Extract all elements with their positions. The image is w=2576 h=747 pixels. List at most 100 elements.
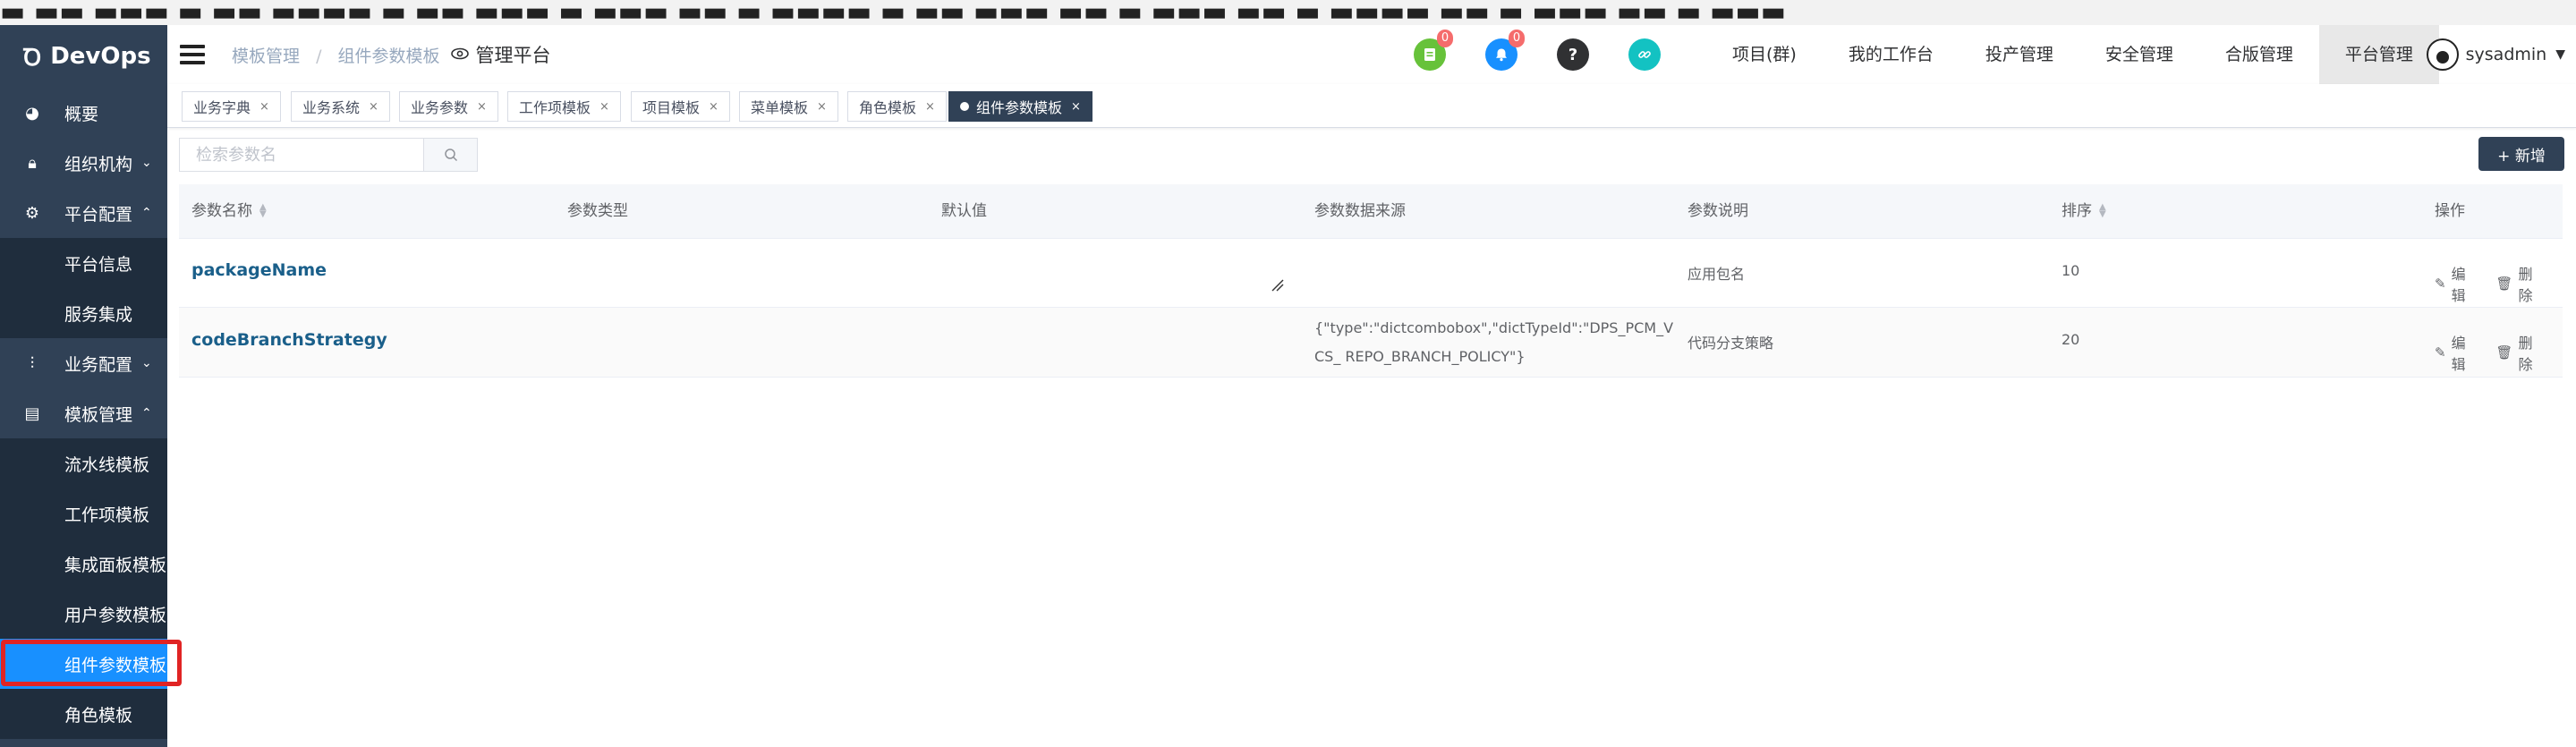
header-icons: 0 0 ?	[1414, 25, 1700, 84]
close-icon[interactable]: ×	[709, 100, 718, 114]
close-icon[interactable]: ×	[599, 100, 609, 114]
hamburger-icon[interactable]	[180, 40, 205, 69]
template-icon: ▤	[24, 403, 40, 423]
document-icon[interactable]: 0	[1414, 30, 1453, 71]
close-icon[interactable]: ×	[925, 100, 935, 114]
help-icon[interactable]: ?	[1557, 38, 1589, 71]
sidebar-item-label: 集成面板模板	[64, 555, 167, 575]
tag-label: 菜单模板	[751, 99, 809, 116]
edit-icon: ✎	[2435, 276, 2446, 292]
sidebar-item-organization[interactable]: 🔒︎ 组织机构 ⌄	[0, 138, 167, 188]
param-description: 应用包名	[1688, 266, 1746, 283]
sidebar-item-panel-template[interactable]: 集成面板模板	[0, 539, 167, 589]
param-order: 20	[2062, 331, 2080, 348]
chevron-up-icon: ⌃	[141, 206, 152, 220]
link-icon[interactable]	[1628, 38, 1661, 71]
param-source: {"type":"dictcombobox","dictTypeId":"DPS…	[1314, 319, 1674, 365]
edit-button[interactable]: ✎ 编辑	[2435, 262, 2478, 305]
top-strip-text: ▬ ▬▬ ▬▬▬ ▬ ▬▬ ▬▬▬▬ ▬ ▬▬ ▬▬▬ ▬ ▬▬▬ ▬▬ ▬ ▬…	[0, 0, 1787, 25]
close-icon[interactable]: ×	[1071, 100, 1081, 114]
row-actions: ✎ 编辑 🗑︎ 删除	[2435, 262, 2563, 305]
close-icon[interactable]: ×	[817, 100, 827, 114]
tag-component-param-template[interactable]: 组件参数模板 ×	[948, 91, 1092, 122]
delete-button[interactable]: 🗑︎ 删除	[2495, 262, 2545, 305]
search-icon	[444, 149, 457, 162]
tag-label: 角色模板	[859, 99, 917, 116]
nav-item-projects[interactable]: 项目(群)	[1706, 25, 1823, 84]
sidebar-item-component-param-template[interactable]: 组件参数模板	[0, 639, 182, 689]
nav-item-merge[interactable]: 合版管理	[2199, 25, 2319, 84]
param-name[interactable]: codeBranchStrategy	[191, 330, 387, 350]
sidebar-item-service-integration[interactable]: 服务集成	[0, 288, 167, 338]
column-header-description: 参数说明	[1688, 202, 1748, 220]
tag-project-template[interactable]: 项目模板 ×	[631, 91, 730, 122]
tag-label: 业务参数	[411, 99, 469, 116]
eye-icon	[450, 46, 469, 64]
tag-menu-template[interactable]: 菜单模板 ×	[739, 91, 838, 122]
trash-icon: 🗑︎	[2495, 276, 2513, 292]
notification-badge: 0	[1509, 30, 1525, 47]
dashboard-icon: ◕	[25, 103, 39, 123]
tag-label: 业务字典	[193, 99, 251, 116]
header: 模板管理 / 组件参数模板 管理平台 0 0 ? 项目(群) 我的工作台 投产管…	[167, 25, 2576, 85]
column-header-actions: 操作	[2435, 202, 2465, 220]
logo[interactable]: Ꝺ DevOps	[0, 25, 167, 88]
tag-label: 项目模板	[642, 99, 701, 116]
caret-down-icon: ▼	[2555, 47, 2565, 62]
nav-item-release[interactable]: 投产管理	[1960, 25, 2079, 84]
bell-icon[interactable]: 0	[1485, 30, 1525, 71]
avatar	[2426, 38, 2459, 71]
tag-workitem-template[interactable]: 工作项模板 ×	[507, 91, 621, 122]
close-icon[interactable]: ×	[477, 100, 487, 114]
tag-business-param[interactable]: 业务参数 ×	[399, 91, 498, 122]
sidebar-item-pipeline-template[interactable]: 流水线模板	[0, 438, 167, 488]
sidebar-item-template-management[interactable]: ▤ 模板管理 ⌃	[0, 388, 167, 438]
sidebar-item-label: 组织机构	[64, 154, 133, 174]
param-name[interactable]: packageName	[191, 260, 327, 280]
sort-icon[interactable]: ▲ ▼	[259, 203, 267, 219]
close-icon[interactable]: ×	[259, 100, 269, 114]
column-header-type: 参数类型	[567, 202, 628, 220]
close-icon[interactable]: ×	[369, 100, 378, 114]
param-order: 10	[2062, 262, 2080, 279]
active-dot-icon	[960, 102, 969, 111]
breadcrumb-separator: /	[316, 46, 322, 66]
tag-label: 组件参数模板	[976, 99, 1063, 116]
devops-logo-icon: Ꝺ	[23, 45, 42, 72]
sidebar-item-label: 流水线模板	[64, 454, 150, 475]
search-input[interactable]	[179, 138, 424, 172]
delete-button[interactable]: 🗑︎ 删除	[2495, 331, 2545, 374]
gear-icon: ⚙	[24, 203, 40, 223]
sidebar-item-workitem-template[interactable]: 工作项模板	[0, 488, 167, 539]
search-button[interactable]	[424, 138, 478, 172]
sidebar-item-platform-info[interactable]: 平台信息	[0, 238, 167, 288]
sort-icon[interactable]: ▲ ▼	[2099, 203, 2106, 219]
sidebar-item-label: 角色模板	[64, 705, 133, 726]
nav-item-security[interactable]: 安全管理	[2079, 25, 2199, 84]
nav-item-platform-management[interactable]: 平台管理	[2318, 25, 2439, 84]
trash-icon: 🗑︎	[2495, 344, 2513, 361]
search-bar	[179, 138, 478, 172]
add-button[interactable]: + 新增	[2478, 137, 2564, 171]
sidebar-item-business-config[interactable]: ⫶ 业务配置 ⌄	[0, 338, 167, 388]
user-menu[interactable]: sysadmin ▼	[2426, 25, 2565, 84]
sidebar-item-user-param-template[interactable]: 用户参数模板	[0, 589, 167, 639]
top-nav: 项目(群) 我的工作台 投产管理 安全管理 合版管理 平台管理	[1706, 25, 2439, 84]
edit-icon: ✎	[2435, 344, 2446, 361]
tag-business-dictionary[interactable]: 业务字典 ×	[182, 91, 281, 122]
tag-business-system[interactable]: 业务系统 ×	[291, 91, 390, 122]
sidebar-item-overview[interactable]: ◕ 概要	[0, 88, 167, 138]
resize-handle-icon[interactable]	[1271, 278, 1285, 293]
chevron-down-icon: ⌄	[141, 156, 152, 170]
sidebar-item-label: 组件参数模板	[64, 655, 167, 675]
edit-button[interactable]: ✎ 编辑	[2435, 331, 2478, 374]
nav-item-workbench[interactable]: 我的工作台	[1823, 25, 1960, 84]
sidebar-item-platform-config[interactable]: ⚙ 平台配置 ⌃	[0, 188, 167, 238]
sidebar-item-label: 用户参数模板	[64, 605, 167, 625]
sidebar-item-role-template[interactable]: 角色模板	[0, 689, 167, 739]
sliders-icon: ⫶	[30, 353, 35, 373]
breadcrumb-item[interactable]: 模板管理	[232, 47, 300, 66]
tag-role-template[interactable]: 角色模板 ×	[847, 91, 947, 122]
column-header-name[interactable]: 参数名称 ▲ ▼	[191, 184, 267, 238]
column-header-order[interactable]: 排序 ▲ ▼	[2062, 184, 2106, 238]
